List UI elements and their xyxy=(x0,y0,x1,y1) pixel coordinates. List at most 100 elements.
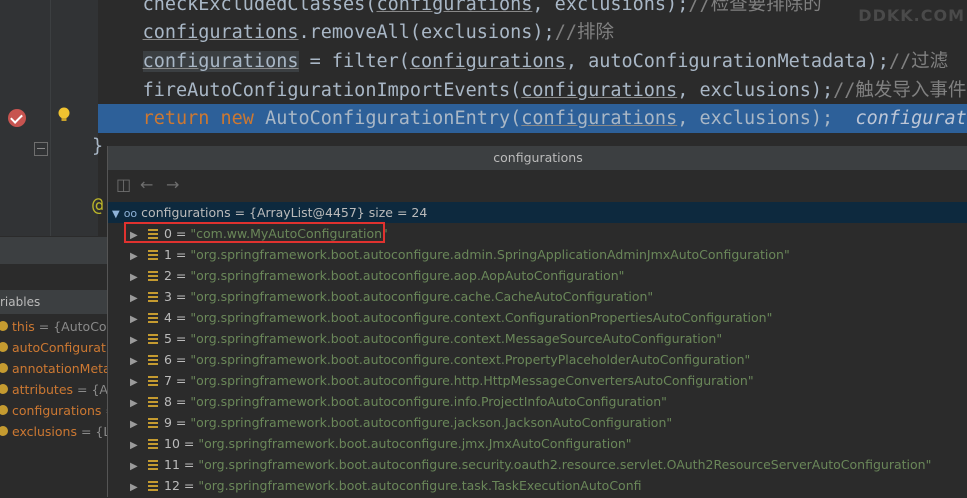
field-icon xyxy=(148,355,158,365)
back-arrow-icon[interactable]: ← xyxy=(140,175,153,194)
tree-item[interactable]: ▶ 4 = "org.springframework.boot.autoconfi… xyxy=(108,307,967,328)
expand-icon[interactable]: ▶ xyxy=(130,414,140,435)
code-text: , exclusions); xyxy=(677,108,834,129)
variable-item[interactable]: attributes = {Ann xyxy=(0,379,108,400)
variable-item[interactable]: configurations = xyxy=(0,400,108,421)
tree-item[interactable]: ▶ 1 = "org.springframework.boot.autoconfi… xyxy=(108,244,967,265)
variable-value: = {Ann xyxy=(77,382,108,397)
tree-root[interactable]: ▼ oo configurations = {ArrayList@4457} siz… xyxy=(108,202,967,223)
expand-icon[interactable]: ▶ xyxy=(130,309,140,330)
variable-item[interactable]: this = {AutoConf xyxy=(0,316,108,337)
item-value: "org.springframework.boot.autoconfigure.… xyxy=(190,352,751,367)
expand-icon[interactable]: ▶ xyxy=(130,351,140,372)
variable-icon xyxy=(0,384,8,394)
root-size: size = 24 xyxy=(368,205,428,220)
field-icon xyxy=(148,271,158,281)
expand-icon[interactable]: ▶ xyxy=(130,477,140,498)
tree-item[interactable]: ▶ 12 = "org.springframework.boot.autoconf… xyxy=(108,475,967,496)
variable-name: autoConfiguratio xyxy=(12,340,108,355)
expand-icon[interactable]: ▶ xyxy=(130,372,140,393)
variables-header[interactable]: riables xyxy=(0,290,108,314)
field-icon xyxy=(148,376,158,386)
tree-item[interactable]: ▶ 8 = "org.springframework.boot.autoconfi… xyxy=(108,391,967,412)
code-text: , exclusions); xyxy=(532,0,689,15)
variable-name: exclusions xyxy=(12,424,77,439)
item-value: "org.springframework.boot.autoconfigure.… xyxy=(190,394,667,409)
item-value: "org.springframework.boot.autoconfigure.… xyxy=(198,478,642,493)
breakpoint-icon[interactable] xyxy=(8,109,26,127)
identifier: checkExcludedClasses xyxy=(142,0,366,15)
code-text: .removeAll(exclusions); xyxy=(298,22,555,43)
keyword: new xyxy=(220,108,254,129)
variable-ref: configurations xyxy=(142,22,299,43)
expand-icon[interactable]: ▶ xyxy=(130,267,140,288)
field-icon xyxy=(148,439,158,449)
debug-frames-area xyxy=(0,264,108,290)
item-value: "org.springframework.boot.autoconfigure.… xyxy=(190,310,773,325)
variable-icon xyxy=(0,342,8,352)
item-index: 5 xyxy=(164,331,172,346)
code-line-current[interactable]: return new AutoConfigurationEntry(config… xyxy=(98,104,967,133)
forward-arrow-icon[interactable]: → xyxy=(166,175,179,194)
method-call: fireAutoConfigurationImportEvents( xyxy=(142,80,522,101)
evaluate-popup[interactable]: configurations ◫ ← → ▼ oo configurations =… xyxy=(107,146,967,497)
tree-item[interactable]: ▶ 10 = "org.springframework.boot.autoconf… xyxy=(108,433,967,454)
tree-item[interactable]: ▶ 9 = "org.springframework.boot.autoconfi… xyxy=(108,412,967,433)
variable-name: attributes xyxy=(12,382,74,397)
constructor-call: AutoConfigurationEntry( xyxy=(265,108,522,129)
variables-list[interactable]: this = {AutoConf autoConfiguratio annota… xyxy=(0,316,108,497)
expand-icon[interactable]: ▶ xyxy=(130,393,140,414)
expand-icon[interactable]: ▶ xyxy=(130,288,140,309)
copy-icon[interactable]: ◫ xyxy=(116,175,131,194)
value-tree[interactable]: ▼ oo configurations = {ArrayList@4457} siz… xyxy=(108,202,967,496)
variable-ref: configurations xyxy=(376,0,533,15)
variable-ref: configurations xyxy=(521,80,678,101)
item-value: "org.springframework.boot.autoconfigure.… xyxy=(190,415,673,430)
tree-item[interactable]: ▶ 5 = "org.springframework.boot.autoconfi… xyxy=(108,328,967,349)
comment: //过滤 xyxy=(888,51,949,72)
expand-icon[interactable]: ▶ xyxy=(130,246,140,267)
collapse-icon[interactable]: ▼ xyxy=(112,209,120,220)
tree-item[interactable]: ▶ 11 = "org.springframework.boot.autoconf… xyxy=(108,454,967,475)
variable-ref: configurations xyxy=(521,108,678,129)
code-line-3[interactable]: configurations = filter(configurations, … xyxy=(98,47,967,76)
closing-brace: } xyxy=(92,136,104,157)
item-index: 6 xyxy=(164,352,172,367)
lightbulb-icon[interactable] xyxy=(56,106,72,124)
variable-item[interactable]: exclusions = {Lin xyxy=(0,421,108,442)
expand-icon[interactable]: ▶ xyxy=(130,456,140,477)
variable-item[interactable]: annotationMetac xyxy=(0,358,108,379)
item-value: "org.springframework.boot.autoconfigure.… xyxy=(190,268,625,283)
variable-icon xyxy=(0,405,8,415)
item-index: 2 xyxy=(164,268,172,283)
code-line-4[interactable]: fireAutoConfigurationImportEvents(config… xyxy=(98,76,967,105)
item-index: 12 xyxy=(164,478,180,493)
tree-item[interactable]: ▶ 6 = "org.springframework.boot.autoconfi… xyxy=(108,349,967,370)
item-value: "org.springframework.boot.autoconfigure.… xyxy=(190,289,654,304)
code-editor[interactable]: DDKK.COM checkExcludedClasses(configurat… xyxy=(98,0,967,146)
item-index: 8 xyxy=(164,394,172,409)
item-index: 3 xyxy=(164,289,172,304)
expand-icon[interactable]: ▶ xyxy=(130,435,140,456)
variable-item[interactable]: autoConfiguratio xyxy=(0,337,108,358)
variable-ref: configurations xyxy=(142,51,299,72)
code-line-2[interactable]: configurations.removeAll(exclusions);//排… xyxy=(98,18,967,47)
item-value: "org.springframework.boot.autoconfigure.… xyxy=(198,436,632,451)
item-index: 9 xyxy=(164,415,172,430)
tree-item[interactable]: ▶ 7 = "org.springframework.boot.autoconfi… xyxy=(108,370,967,391)
field-icon xyxy=(148,460,158,470)
code-text: , autoConfigurationMetadata); xyxy=(565,51,889,72)
variable-icon xyxy=(0,426,8,436)
expand-icon[interactable]: ▶ xyxy=(130,330,140,351)
code-text: = filter( xyxy=(298,51,410,72)
variable-name: configurations xyxy=(12,403,102,418)
fold-marker-icon[interactable] xyxy=(34,142,48,156)
field-icon xyxy=(148,313,158,323)
debug-toolbar xyxy=(0,236,108,265)
tree-item[interactable]: ▶ 3 = "org.springframework.boot.autoconfi… xyxy=(108,286,967,307)
root-label: configurations = {ArrayList@4457} xyxy=(141,205,365,220)
code-line-1[interactable]: checkExcludedClasses(configurations, exc… xyxy=(98,0,967,19)
list-icon: oo xyxy=(123,207,138,220)
field-icon xyxy=(148,250,158,260)
tree-item[interactable]: ▶ 2 = "org.springframework.boot.autoconfi… xyxy=(108,265,967,286)
